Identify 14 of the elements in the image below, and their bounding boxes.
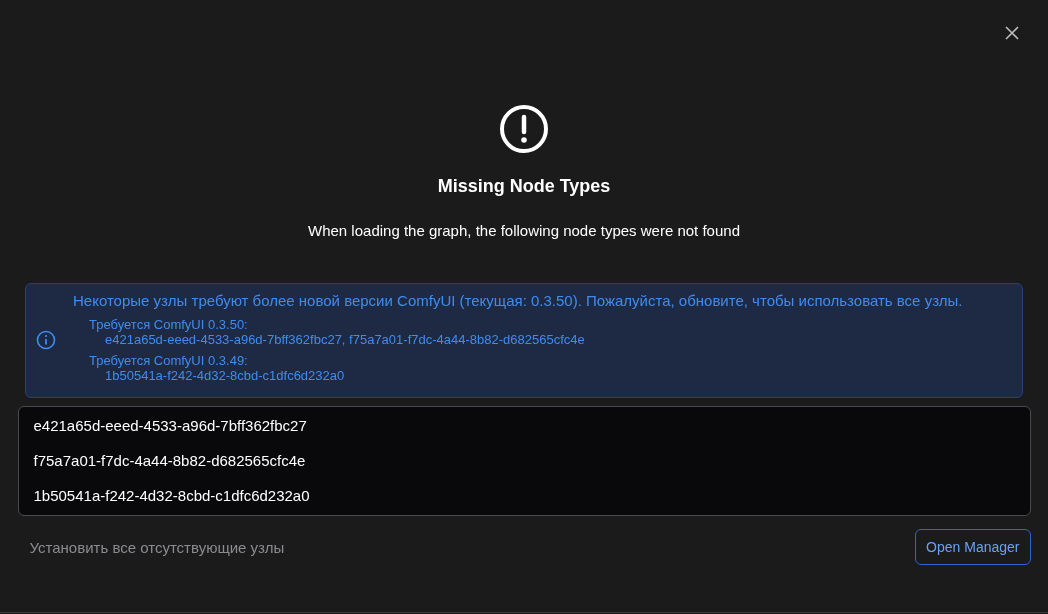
dialog-title: Missing Node Types xyxy=(437,176,611,197)
alert-message: Некоторые узлы требуют более новой версии ComfyUI (текущая: 0.3.50). Пожалуйста, обновите, чтобы использовать все узлы. xyxy=(73,291,963,311)
node-ids: e421a65d-eeed-4533-a96d-7bff362fbc27, f75a7a01-f7dc-4a44-8b82-d682565cfc4e xyxy=(104,332,586,347)
version-label: Требуется ComfyUI 0.3.49: xyxy=(89,353,249,368)
dialog-subtitle: When loading the graph, the following node types were not found xyxy=(308,222,740,239)
node-item: 1b50541a-f242-4d32-8cbd-c1dfc6d232a0 xyxy=(33,487,311,505)
node-item: f75a7a01-f7dc-4a44-8b82-d682565cfc4e xyxy=(33,452,307,470)
version-label: Требуется ComfyUI 0.3.50: xyxy=(89,317,249,332)
info-icon xyxy=(36,330,56,350)
node-ids: 1b50541a-f242-4d32-8cbd-c1dfc6d232a0 xyxy=(104,368,346,383)
node-item: e421a65d-eeed-4533-a96d-7bff362fbc27 xyxy=(33,417,308,435)
warning-icon xyxy=(499,104,549,154)
close-icon xyxy=(1005,26,1019,40)
open-manager-button[interactable]: Open Manager xyxy=(915,529,1031,565)
